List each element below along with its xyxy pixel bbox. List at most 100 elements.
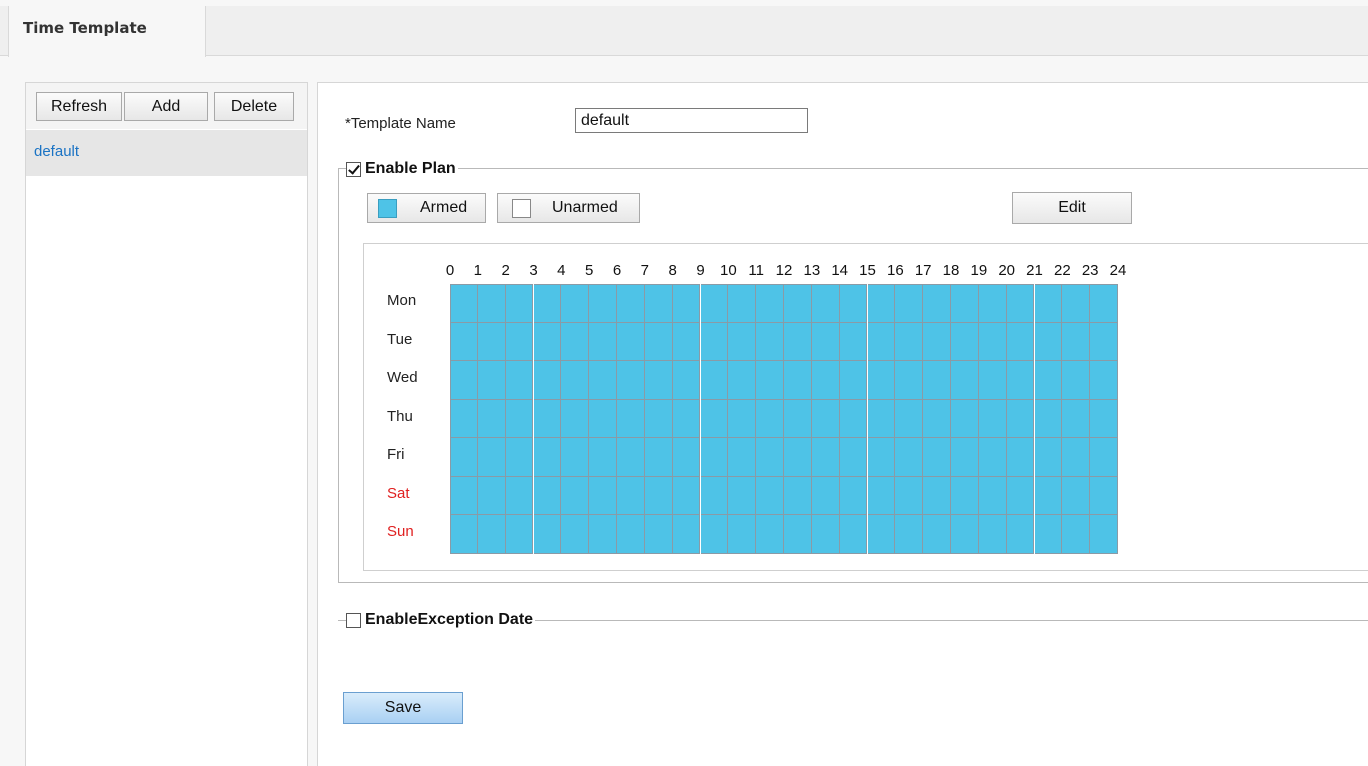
schedule-cell[interactable]: [895, 322, 924, 362]
schedule-cell[interactable]: [700, 399, 729, 439]
schedule-cell[interactable]: [923, 438, 951, 477]
armed-button[interactable]: Armed: [367, 193, 486, 223]
schedule-cell[interactable]: [811, 476, 840, 516]
schedule-cell[interactable]: [505, 361, 534, 400]
add-button[interactable]: Add: [124, 92, 208, 121]
schedule-cell[interactable]: [1062, 438, 1091, 477]
schedule-cell[interactable]: [867, 399, 896, 439]
schedule-cell[interactable]: [728, 322, 757, 362]
schedule-cell[interactable]: [923, 476, 951, 516]
schedule-cell[interactable]: [561, 438, 590, 477]
schedule-cell[interactable]: [450, 361, 478, 400]
schedule-cell[interactable]: [811, 322, 840, 362]
schedule-cell[interactable]: [895, 284, 924, 323]
schedule-cell[interactable]: [784, 515, 812, 554]
schedule-cell[interactable]: [477, 399, 506, 439]
schedule-cell[interactable]: [505, 284, 534, 323]
schedule-cell[interactable]: [811, 399, 840, 439]
schedule-cell[interactable]: [978, 476, 1007, 516]
schedule-cell[interactable]: [1006, 515, 1035, 554]
schedule-cell[interactable]: [505, 476, 534, 516]
schedule-cell[interactable]: [811, 284, 840, 323]
schedule-cell[interactable]: [1090, 322, 1118, 362]
schedule-cell[interactable]: [533, 399, 562, 439]
schedule-cell[interactable]: [477, 438, 506, 477]
schedule-cell[interactable]: [923, 361, 951, 400]
schedule-cell[interactable]: [839, 399, 868, 439]
schedule-cell[interactable]: [1034, 476, 1063, 516]
schedule-cell[interactable]: [450, 322, 478, 362]
schedule-cell[interactable]: [1034, 361, 1063, 400]
schedule-cell[interactable]: [784, 322, 812, 362]
schedule-cell[interactable]: [533, 284, 562, 323]
enable-exception-checkbox[interactable]: [346, 612, 361, 628]
schedule-cell[interactable]: [561, 399, 590, 439]
schedule-cell[interactable]: [533, 438, 562, 477]
schedule-cell[interactable]: [839, 322, 868, 362]
schedule-cell[interactable]: [644, 284, 673, 323]
schedule-cell[interactable]: [978, 284, 1007, 323]
schedule-cell[interactable]: [672, 399, 701, 439]
schedule-cell[interactable]: [978, 361, 1007, 400]
schedule-cell[interactable]: [923, 399, 951, 439]
schedule-cell[interactable]: [951, 515, 979, 554]
schedule-cell[interactable]: [839, 438, 868, 477]
schedule-cell[interactable]: [951, 361, 979, 400]
schedule-cell[interactable]: [811, 515, 840, 554]
template-name-input[interactable]: [575, 108, 808, 133]
schedule-cell[interactable]: [561, 361, 590, 400]
schedule-cell[interactable]: [505, 515, 534, 554]
schedule-cell[interactable]: [617, 399, 645, 439]
schedule-cell[interactable]: [951, 438, 979, 477]
schedule-cell[interactable]: [839, 361, 868, 400]
schedule-cell[interactable]: [561, 322, 590, 362]
tab-time-template[interactable]: Time Template: [8, 6, 206, 57]
schedule-cell[interactable]: [589, 515, 617, 554]
schedule-cell[interactable]: [839, 515, 868, 554]
schedule-cell[interactable]: [644, 438, 673, 477]
schedule-cell[interactable]: [617, 438, 645, 477]
schedule-cell[interactable]: [672, 322, 701, 362]
schedule-cell[interactable]: [533, 515, 562, 554]
schedule-cell[interactable]: [477, 322, 506, 362]
schedule-cell[interactable]: [700, 361, 729, 400]
schedule-cell[interactable]: [895, 361, 924, 400]
schedule-cell[interactable]: [1034, 438, 1063, 477]
schedule-cell[interactable]: [589, 476, 617, 516]
schedule-cell[interactable]: [672, 284, 701, 323]
schedule-cell[interactable]: [1006, 476, 1035, 516]
schedule-cell[interactable]: [533, 322, 562, 362]
schedule-cell[interactable]: [728, 515, 757, 554]
schedule-cell[interactable]: [589, 284, 617, 323]
schedule-cell[interactable]: [951, 322, 979, 362]
unarmed-button[interactable]: Unarmed: [497, 193, 640, 223]
schedule-cell[interactable]: [644, 476, 673, 516]
schedule-cell[interactable]: [951, 476, 979, 516]
schedule-cell[interactable]: [839, 476, 868, 516]
schedule-cell[interactable]: [672, 438, 701, 477]
schedule-cell[interactable]: [867, 438, 896, 477]
schedule-cell[interactable]: [756, 515, 784, 554]
schedule-cell[interactable]: [1062, 399, 1091, 439]
schedule-cell[interactable]: [450, 515, 478, 554]
schedule-cell[interactable]: [1034, 515, 1063, 554]
schedule-cell[interactable]: [617, 361, 645, 400]
schedule-cell[interactable]: [1062, 361, 1091, 400]
schedule-cell[interactable]: [1062, 322, 1091, 362]
schedule-cell[interactable]: [728, 476, 757, 516]
schedule-cell[interactable]: [477, 476, 506, 516]
schedule-cell[interactable]: [951, 284, 979, 323]
schedule-cell[interactable]: [728, 284, 757, 323]
schedule-cell[interactable]: [617, 476, 645, 516]
schedule-cell[interactable]: [700, 322, 729, 362]
delete-button[interactable]: Delete: [214, 92, 294, 121]
schedule-cell[interactable]: [644, 399, 673, 439]
schedule-cell[interactable]: [784, 438, 812, 477]
schedule-cell[interactable]: [978, 399, 1007, 439]
schedule-cell[interactable]: [644, 515, 673, 554]
schedule-cell[interactable]: [978, 438, 1007, 477]
schedule-grid[interactable]: [450, 284, 1118, 554]
schedule-cell[interactable]: [450, 438, 478, 477]
list-item[interactable]: default: [26, 130, 307, 176]
enable-plan-checkbox[interactable]: [346, 161, 361, 177]
